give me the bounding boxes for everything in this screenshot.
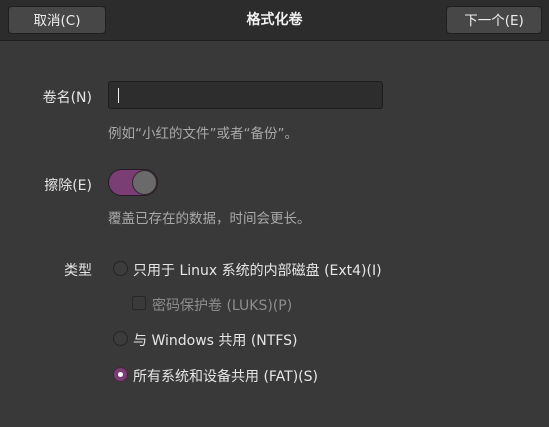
type-label: 类型 bbox=[64, 263, 92, 279]
option-ext4-label[interactable]: 只用于 Linux 系统的内部磁盘 (Ext4)(I) bbox=[133, 260, 382, 280]
cancel-button[interactable]: 取消(C) bbox=[8, 6, 106, 34]
password-checkbox[interactable] bbox=[132, 296, 146, 310]
text-caret bbox=[118, 88, 119, 103]
volume-name-hint: 例如“小红的文件”或者“备份”。 bbox=[108, 126, 298, 142]
option-ntfs-label[interactable]: 与 Windows 共用 (NTFS) bbox=[133, 330, 298, 350]
erase-switch[interactable] bbox=[108, 169, 158, 196]
header-bar: 取消(C) 格式化卷 下一个(E) bbox=[0, 0, 549, 41]
erase-label: 擦除(E) bbox=[44, 178, 92, 194]
volume-name-input[interactable] bbox=[108, 81, 383, 109]
radio-ext4[interactable] bbox=[113, 261, 128, 276]
radio-ntfs[interactable] bbox=[113, 331, 128, 346]
radio-fat[interactable] bbox=[113, 367, 128, 382]
erase-hint: 覆盖已存在的数据，时间会更长。 bbox=[108, 211, 311, 227]
next-button[interactable]: 下一个(E) bbox=[446, 6, 542, 34]
password-checkbox-label[interactable]: 密码保护卷 (LUKS)(P) bbox=[152, 295, 292, 315]
option-fat-label[interactable]: 所有系统和设备共用 (FAT)(S) bbox=[133, 366, 318, 386]
volume-name-label: 卷名(N) bbox=[42, 90, 92, 106]
switch-knob bbox=[132, 170, 157, 195]
